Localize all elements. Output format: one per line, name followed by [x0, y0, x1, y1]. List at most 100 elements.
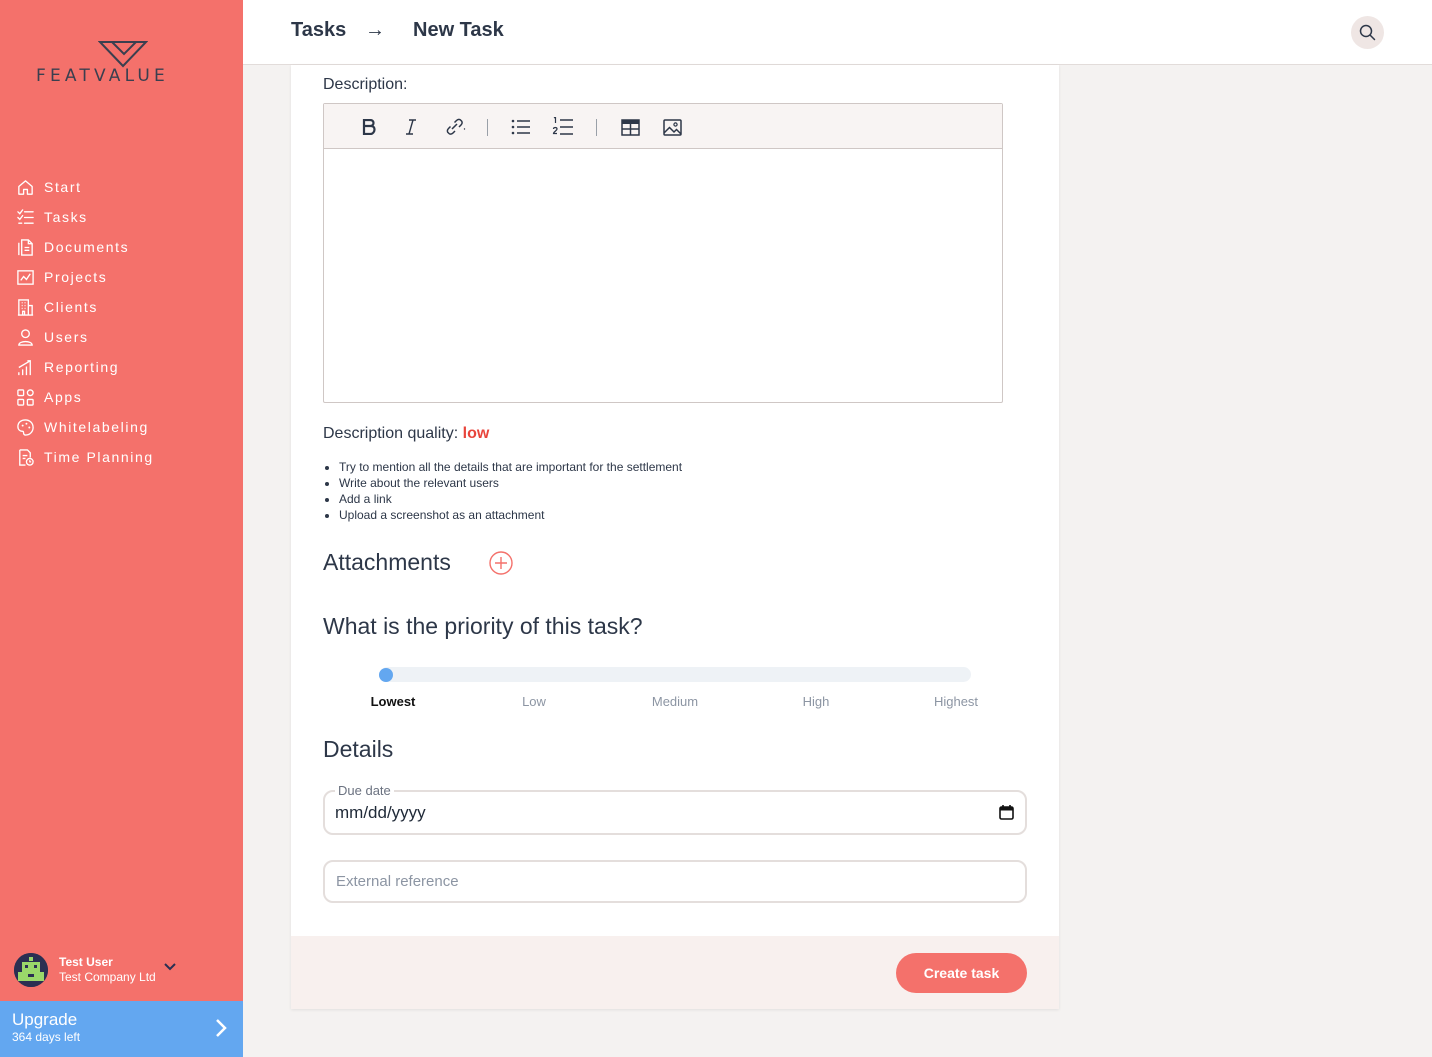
- sidebar-item-projects[interactable]: Projects: [16, 262, 154, 292]
- sidebar-item-reporting[interactable]: Reporting: [16, 352, 154, 382]
- priority-slider-thumb[interactable]: [379, 668, 393, 682]
- due-date-field[interactable]: Due date mm/dd/yyyy: [323, 783, 1027, 835]
- due-date-value: mm/dd/yyyy: [335, 803, 426, 822]
- sidebar-item-label: Whitelabeling: [44, 419, 149, 435]
- link-button[interactable]: [444, 116, 466, 138]
- image-button[interactable]: [661, 116, 683, 138]
- external-reference-input[interactable]: [325, 862, 1025, 901]
- attachments-heading: Attachments: [323, 549, 451, 575]
- calendar-icon[interactable]: [999, 804, 1014, 820]
- whitelabeling-icon: [17, 418, 34, 436]
- form-footer: Create task: [291, 936, 1059, 1009]
- description-label: Description:: [323, 76, 408, 93]
- description-textarea[interactable]: [324, 149, 1002, 402]
- breadcrumb-tasks[interactable]: Tasks: [291, 19, 346, 42]
- projects-icon: [17, 269, 34, 285]
- table-icon: [620, 118, 640, 136]
- chevron-right-icon: [216, 1019, 227, 1037]
- external-reference-field: [323, 860, 1027, 903]
- user-company: Test Company Ltd: [59, 970, 156, 984]
- upgrade-button[interactable]: Upgrade 364 days left: [0, 1001, 243, 1057]
- logo-text: FEATVALUE: [36, 66, 169, 86]
- sidebar-nav: Start Tasks Documents Projects Clients U…: [16, 172, 154, 472]
- table-button[interactable]: [619, 116, 641, 138]
- upgrade-days-left: 364 days left: [12, 1030, 81, 1044]
- reporting-icon: [18, 359, 31, 375]
- sidebar-item-clients[interactable]: Clients: [16, 292, 154, 322]
- search-icon: [1359, 24, 1376, 41]
- priority-option-medium[interactable]: Medium: [635, 694, 715, 709]
- bullet-list-icon: [511, 119, 530, 135]
- avatar-robot-icon: [14, 953, 48, 987]
- avatar: [14, 953, 48, 987]
- description-quality: Description quality: low: [323, 425, 489, 443]
- chevron-down-icon[interactable]: [164, 963, 176, 971]
- sidebar-item-documents[interactable]: Documents: [16, 232, 154, 262]
- sidebar-item-label: Projects: [44, 269, 108, 285]
- italic-icon: [406, 119, 416, 135]
- toolbar-divider: [487, 119, 488, 136]
- bold-icon: [362, 119, 376, 135]
- search-button[interactable]: [1351, 16, 1384, 49]
- breadcrumb-new-task: New Task: [413, 19, 504, 41]
- logo[interactable]: FEATVALUE: [36, 40, 211, 90]
- user-info: Test User Test Company Ltd: [59, 955, 156, 985]
- sidebar-item-label: Time Planning: [44, 449, 154, 465]
- priority-slider-track[interactable]: [380, 667, 971, 682]
- upgrade-title: Upgrade: [12, 1010, 78, 1029]
- description-tips: Try to mention all the details that are …: [339, 459, 682, 523]
- list-item: Upload a screenshot as an attachment: [339, 507, 682, 523]
- numbered-list-icon: [552, 117, 573, 135]
- priority-heading: What is the priority of this task?: [323, 613, 643, 639]
- bold-button[interactable]: [358, 116, 380, 138]
- details-heading: Details: [323, 736, 394, 762]
- sidebar-item-apps[interactable]: Apps: [16, 382, 154, 412]
- top-bar: Tasks → New Task: [243, 0, 1432, 65]
- breadcrumb-separator: →: [365, 19, 385, 41]
- due-date-label: Due date: [335, 783, 394, 798]
- sidebar-item-label: Apps: [44, 389, 83, 405]
- editor-toolbar: [324, 104, 1002, 149]
- description-quality-label: Description quality:: [323, 425, 459, 442]
- sidebar-item-label: Tasks: [44, 209, 88, 225]
- apps-icon: [17, 388, 34, 406]
- sidebar-item-time-planning[interactable]: Time Planning: [16, 442, 154, 472]
- logo-mark-icon: [98, 41, 148, 68]
- user-name: Test User: [59, 955, 113, 969]
- italic-button[interactable]: [400, 116, 422, 138]
- sidebar-item-whitelabeling[interactable]: Whitelabeling: [16, 412, 154, 442]
- documents-icon: [18, 238, 33, 256]
- sidebar-item-label: Documents: [44, 239, 130, 255]
- priority-option-highest[interactable]: Highest: [916, 694, 996, 709]
- priority-option-lowest[interactable]: Lowest: [353, 694, 433, 709]
- users-icon: [18, 328, 33, 346]
- sidebar-item-users[interactable]: Users: [16, 322, 154, 352]
- new-task-form: Description: Description quality: low • …: [291, 65, 1059, 1009]
- user-menu[interactable]: Test User Test Company Ltd: [14, 950, 234, 990]
- list-item: Try to mention all the details that are …: [339, 459, 682, 475]
- priority-option-high[interactable]: High: [776, 694, 856, 709]
- add-attachment-button[interactable]: [489, 551, 513, 575]
- sidebar-item-tasks[interactable]: Tasks: [16, 202, 154, 232]
- sidebar-item-label: Clients: [44, 299, 98, 315]
- clients-icon: [17, 298, 34, 316]
- sidebar-item-start[interactable]: Start: [16, 172, 154, 202]
- description-editor: [323, 103, 1003, 403]
- list-item: Write about the relevant users: [339, 475, 682, 491]
- toolbar-divider: [596, 119, 597, 136]
- description-quality-value: low: [462, 425, 490, 442]
- list-item: Add a link: [339, 491, 682, 507]
- home-icon: [18, 179, 33, 195]
- image-icon: [662, 118, 682, 136]
- link-icon: [446, 118, 466, 135]
- bullet-list-button[interactable]: [510, 116, 532, 138]
- plus-circle-icon: [489, 551, 513, 575]
- time-planning-icon: [19, 448, 34, 466]
- create-task-button[interactable]: Create task: [896, 953, 1027, 993]
- sidebar-item-label: Users: [44, 329, 89, 345]
- sidebar: FEATVALUE Start Tasks Documents Projects…: [0, 0, 243, 1057]
- sidebar-item-label: Reporting: [44, 359, 120, 375]
- priority-option-low[interactable]: Low: [494, 694, 574, 709]
- numbered-list-button[interactable]: [552, 116, 574, 138]
- sidebar-item-label: Start: [44, 179, 82, 195]
